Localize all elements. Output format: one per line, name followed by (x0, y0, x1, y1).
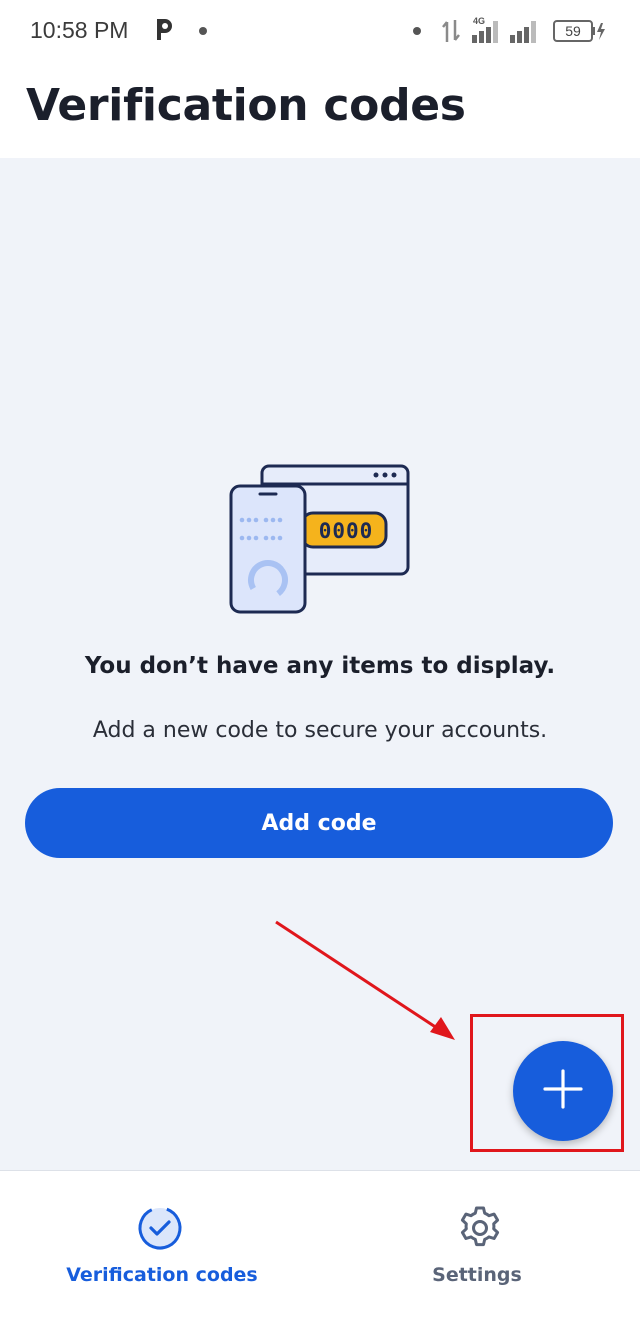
nav-item-verification-codes[interactable]: Verification codes (0, 1171, 320, 1322)
content-area: 0000 You don’t have any items to display… (0, 158, 640, 1170)
nav-item-settings[interactable]: Settings (320, 1171, 640, 1322)
authenticator-illustration: 0000 (222, 458, 412, 618)
app-header: Verification codes (0, 62, 640, 158)
notification-dot-icon (199, 27, 207, 35)
status-bar: 10:58 PM 4G 59 (0, 0, 640, 62)
notification-dot-icon (413, 27, 421, 35)
status-time: 10:58 PM (30, 17, 129, 43)
plus-icon (543, 1069, 583, 1113)
nav-label-settings: Settings (432, 1264, 522, 1286)
p-app-icon (153, 16, 175, 46)
signal-icon (508, 15, 542, 49)
empty-state-title: You don’t have any items to display. (84, 653, 556, 679)
data-arrows-icon (440, 17, 462, 49)
verification-check-icon (135, 1203, 185, 1257)
svg-text:4G: 4G (473, 16, 485, 26)
gear-icon (455, 1203, 505, 1257)
nav-label-verification-codes: Verification codes (66, 1264, 258, 1286)
add-code-button[interactable]: Add code (25, 788, 613, 858)
bottom-nav: Verification codes Settings (0, 1170, 640, 1322)
page-title: Verification codes (26, 80, 466, 131)
battery-charging-icon: 59 (553, 19, 609, 47)
empty-state-subtitle: Add a new code to secure your accounts. (92, 718, 548, 743)
signal-4g-icon: 4G (470, 15, 504, 49)
svg-text:0000: 0000 (319, 519, 374, 543)
add-fab-button[interactable] (513, 1041, 613, 1141)
svg-text:59: 59 (565, 23, 581, 39)
